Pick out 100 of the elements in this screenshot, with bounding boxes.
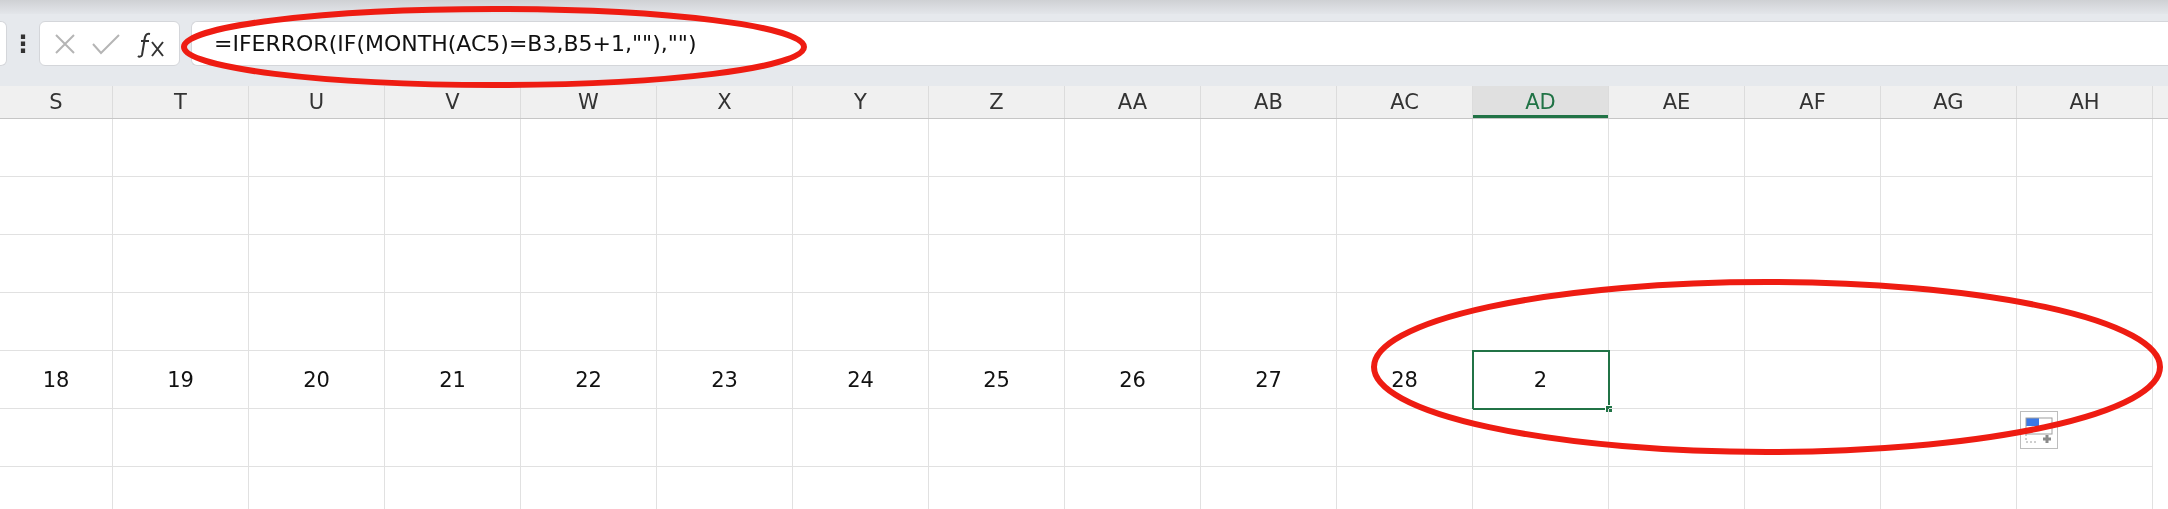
column-header[interactable]: AD	[1473, 86, 1609, 118]
table-cell[interactable]	[1609, 409, 1745, 467]
table-cell[interactable]	[1745, 409, 1881, 467]
column-header[interactable]: W	[521, 86, 657, 118]
table-cell[interactable]	[1745, 293, 1881, 351]
table-cell[interactable]	[657, 293, 793, 351]
table-cell[interactable]	[929, 235, 1065, 293]
table-cell[interactable]	[521, 177, 657, 235]
table-cell[interactable]	[1745, 119, 1881, 177]
table-cell[interactable]	[793, 177, 929, 235]
column-header[interactable]: X	[657, 86, 793, 118]
table-cell[interactable]	[929, 409, 1065, 467]
table-cell[interactable]	[1881, 293, 2017, 351]
table-cell[interactable]	[929, 177, 1065, 235]
table-cell[interactable]: 27	[1201, 351, 1337, 409]
table-cell[interactable]: 2	[1473, 351, 1609, 409]
column-header[interactable]: AH	[2017, 86, 2153, 118]
table-cell[interactable]	[1881, 409, 2017, 467]
table-cell[interactable]	[0, 177, 113, 235]
table-cell[interactable]	[1745, 351, 1881, 409]
table-cell[interactable]: 23	[657, 351, 793, 409]
table-cell[interactable]	[1201, 119, 1337, 177]
table-cell[interactable]	[385, 177, 521, 235]
table-cell[interactable]	[1201, 235, 1337, 293]
table-cell[interactable]	[657, 119, 793, 177]
table-cell[interactable]: 20	[249, 351, 385, 409]
table-cell[interactable]	[1473, 177, 1609, 235]
table-cell[interactable]	[929, 119, 1065, 177]
table-cell[interactable]	[2017, 177, 2153, 235]
table-cell[interactable]	[521, 119, 657, 177]
table-cell[interactable]	[793, 119, 929, 177]
table-cell[interactable]	[385, 119, 521, 177]
table-cell[interactable]	[2017, 293, 2153, 351]
table-cell[interactable]	[1201, 409, 1337, 467]
formula-field[interactable]: =IFERROR(IF(MONTH(AC5)=B3,B5+1,""),"")	[191, 21, 2168, 66]
table-cell[interactable]	[2017, 119, 2153, 177]
table-cell[interactable]	[1881, 235, 2017, 293]
table-cell[interactable]	[1609, 235, 1745, 293]
column-header[interactable]: AB	[1201, 86, 1337, 118]
table-cell[interactable]	[0, 235, 113, 293]
table-cell[interactable]	[1337, 235, 1473, 293]
column-header[interactable]: AF	[1745, 86, 1881, 118]
table-cell[interactable]	[249, 235, 385, 293]
table-cell[interactable]	[0, 119, 113, 177]
table-cell[interactable]	[1065, 409, 1201, 467]
table-cell[interactable]	[249, 119, 385, 177]
table-cell[interactable]: 18	[0, 351, 113, 409]
table-cell[interactable]	[0, 293, 113, 351]
table-cell[interactable]	[1065, 119, 1201, 177]
table-cell[interactable]	[793, 293, 929, 351]
table-cell[interactable]	[1881, 351, 2017, 409]
table-cell[interactable]	[1745, 235, 1881, 293]
table-cell[interactable]	[1065, 293, 1201, 351]
table-cell[interactable]: 19	[113, 351, 249, 409]
column-header[interactable]: Y	[793, 86, 929, 118]
table-cell[interactable]	[1745, 177, 1881, 235]
table-cell[interactable]	[385, 409, 521, 467]
table-cell[interactable]	[1473, 235, 1609, 293]
column-header[interactable]: Z	[929, 86, 1065, 118]
table-cell[interactable]: 24	[793, 351, 929, 409]
column-header[interactable]: U	[249, 86, 385, 118]
more-icon[interactable]: ⋮	[7, 21, 39, 66]
table-cell[interactable]	[657, 235, 793, 293]
table-cell[interactable]: 26	[1065, 351, 1201, 409]
table-cell[interactable]	[385, 293, 521, 351]
table-cell[interactable]	[1609, 293, 1745, 351]
table-cell[interactable]	[1201, 177, 1337, 235]
table-cell[interactable]	[1337, 119, 1473, 177]
cancel-icon[interactable]	[53, 31, 78, 56]
table-cell[interactable]	[657, 409, 793, 467]
column-header[interactable]: AG	[1881, 86, 2017, 118]
table-cell[interactable]	[385, 235, 521, 293]
table-cell[interactable]	[1473, 409, 1609, 467]
table-cell[interactable]	[1337, 409, 1473, 467]
table-cell[interactable]	[1473, 119, 1609, 177]
table-cell[interactable]	[113, 409, 249, 467]
table-cell[interactable]	[521, 409, 657, 467]
fill-handle[interactable]	[1605, 405, 1613, 413]
table-cell[interactable]	[1609, 351, 1745, 409]
column-header[interactable]: AE	[1609, 86, 1745, 118]
table-cell[interactable]	[1337, 177, 1473, 235]
table-cell[interactable]	[113, 119, 249, 177]
table-cell[interactable]	[793, 409, 929, 467]
table-cell[interactable]	[1881, 119, 2017, 177]
table-cell[interactable]	[1065, 177, 1201, 235]
table-cell[interactable]: 22	[521, 351, 657, 409]
column-header[interactable]: T	[113, 86, 249, 118]
column-header[interactable]: V	[385, 86, 521, 118]
name-box[interactable]	[0, 21, 7, 66]
table-cell[interactable]	[521, 293, 657, 351]
table-cell[interactable]	[249, 177, 385, 235]
column-header[interactable]: AA	[1065, 86, 1201, 118]
table-cell[interactable]	[1337, 293, 1473, 351]
table-cell[interactable]	[113, 235, 249, 293]
table-cell[interactable]	[1065, 235, 1201, 293]
table-cell[interactable]: 28	[1337, 351, 1473, 409]
table-cell[interactable]	[1609, 119, 1745, 177]
table-cell[interactable]	[113, 293, 249, 351]
table-cell[interactable]	[249, 293, 385, 351]
table-cell[interactable]	[249, 409, 385, 467]
